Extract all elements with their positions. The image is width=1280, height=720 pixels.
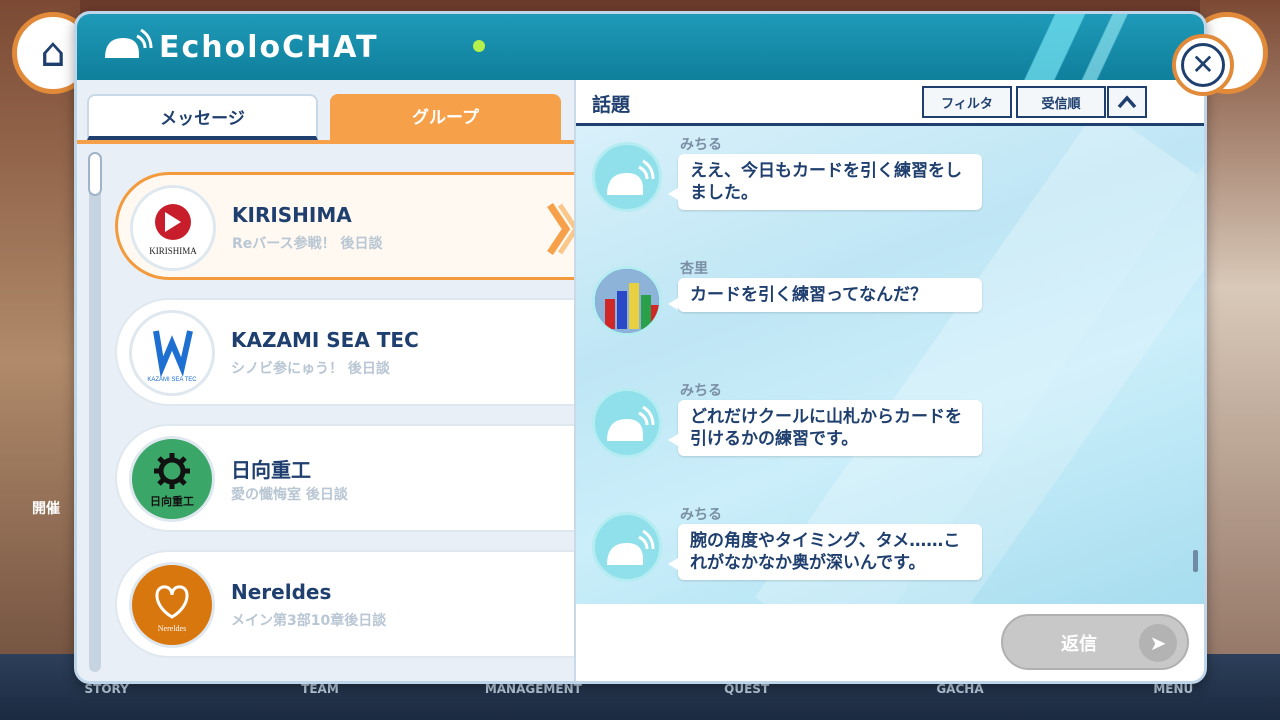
scroll-up-button[interactable]	[1107, 86, 1147, 118]
tab-bar: メッセージ グループ	[87, 94, 561, 140]
chat-pane: 話題 フィルタ 受信順 みちる ええ、今日もカードを引く練習をしました。 杏里 …	[574, 80, 1204, 681]
topic-title: 話題	[592, 94, 631, 116]
message-sender: みちる	[680, 137, 722, 153]
group-subtitle: シノビ参にゅう！ 後日談	[231, 361, 390, 377]
message-sender: みちる	[680, 507, 722, 523]
whale-avatar-icon	[592, 512, 662, 582]
group-subtitle: 愛の懺悔室 後日談	[231, 487, 348, 503]
background-right-panel	[1200, 0, 1280, 720]
send-arrow-icon: ➤	[1139, 624, 1177, 662]
nereldes-emblem-icon: Nereldes	[155, 585, 189, 633]
group-name: 日向重工	[231, 458, 311, 482]
reply-area: 返信 ➤	[576, 604, 1204, 681]
chat-scrollbar[interactable]	[1193, 550, 1198, 572]
group-name: KAZAMI SEA TEC	[231, 328, 419, 352]
group-item-kirishima[interactable]: KIRISHIMA KIRISHIMA Reバース参戦！ 後日談	[115, 172, 585, 280]
message-sender: 杏里	[680, 261, 708, 277]
group-name: Nereldes	[231, 580, 332, 604]
whale-avatar-icon	[592, 142, 662, 212]
poker-chips-avatar-icon	[592, 266, 662, 336]
message-bubble: ええ、今日もカードを引く練習をしました。	[668, 154, 982, 210]
group-subtitle: メイン第3部10章後日談	[231, 613, 387, 629]
message-bubble: どれだけクールに山札からカードを引けるかの練習です。	[668, 400, 982, 456]
scrollbar-thumb[interactable]	[88, 152, 102, 196]
background-left-panel	[0, 0, 80, 720]
group-item-nereldes[interactable]: Nereldes Nereldes メイン第3部10章後日談	[115, 550, 585, 658]
svg-text:KIRISHIMA: KIRISHIMA	[149, 246, 197, 256]
kirishima-emblem-icon: KIRISHIMA	[149, 204, 197, 256]
reply-button[interactable]: 返信 ➤	[1001, 614, 1189, 670]
app-title: EcholoCHAT	[159, 30, 379, 65]
topic-bar: 話題 フィルタ 受信順	[576, 80, 1204, 126]
tab-messages[interactable]: メッセージ	[87, 94, 318, 140]
svg-text:KAZAMI SEA TEC: KAZAMI SEA TEC	[147, 377, 197, 383]
sort-order-button[interactable]: 受信順	[1016, 86, 1106, 118]
group-name: KIRISHIMA	[232, 203, 352, 227]
svg-text:Nereldes: Nereldes	[158, 624, 186, 633]
whale-avatar-icon	[592, 388, 662, 458]
chat-modal: EcholoCHAT メッセージ グループ KIRISHIMA KIRISHIM…	[74, 11, 1207, 684]
message-bubble: 腕の角度やタイミング、タメ……これがなかなか奥が深いんです。	[668, 524, 982, 580]
message-bubble: カードを引く練習ってなんだ？	[668, 278, 982, 312]
group-item-kazami-sea-tec[interactable]: KAZAMI SEA TEC KAZAMI SEA TEC シノビ参にゅう！ 後…	[115, 298, 585, 406]
tab-groups[interactable]: グループ	[330, 94, 561, 140]
hinata-logo-icon: 日向重工	[129, 436, 215, 522]
background-event-label: 開催	[32, 501, 60, 517]
logo-dot-icon	[473, 40, 485, 52]
close-button[interactable]: ✕	[1172, 34, 1234, 96]
home-icon: ⌂	[40, 30, 66, 76]
close-icon: ✕	[1181, 43, 1225, 87]
chevron-up-icon	[1117, 95, 1137, 109]
whale-logo-icon	[105, 28, 153, 58]
svg-text:日向重工: 日向重工	[150, 494, 194, 508]
kirishima-logo-icon: KIRISHIMA	[130, 185, 216, 271]
tab-underline	[77, 140, 574, 144]
group-item-hinata-heavy[interactable]: 日向重工 日向重工 愛の懺悔室 後日談	[115, 424, 585, 532]
group-subtitle: Reバース参戦！ 後日談	[232, 236, 383, 252]
header-decoration	[1044, 14, 1164, 80]
filter-button[interactable]: フィルタ	[922, 86, 1012, 118]
group-list-scrollbar[interactable]	[88, 152, 102, 672]
message-sender: みちる	[680, 383, 722, 399]
group-list: KIRISHIMA KIRISHIMA Reバース参戦！ 後日談 KAZAMI …	[115, 172, 585, 676]
kazami-logo-icon: KAZAMI SEA TEC	[129, 310, 215, 396]
chat-header: EcholoCHAT	[77, 14, 1204, 80]
chat-messages[interactable]: みちる ええ、今日もカードを引く練習をしました。 杏里 カードを引く練習ってなん…	[576, 126, 1204, 604]
nereldes-logo-icon: Nereldes	[129, 562, 215, 648]
kazami-emblem-icon: KAZAMI SEA TEC	[147, 330, 197, 383]
reply-label: 返信	[1061, 634, 1097, 655]
gear-icon: 日向重工	[150, 453, 194, 508]
group-list-pane: メッセージ グループ KIRISHIMA KIRISHIMA Reバース参戦！ …	[77, 80, 585, 681]
